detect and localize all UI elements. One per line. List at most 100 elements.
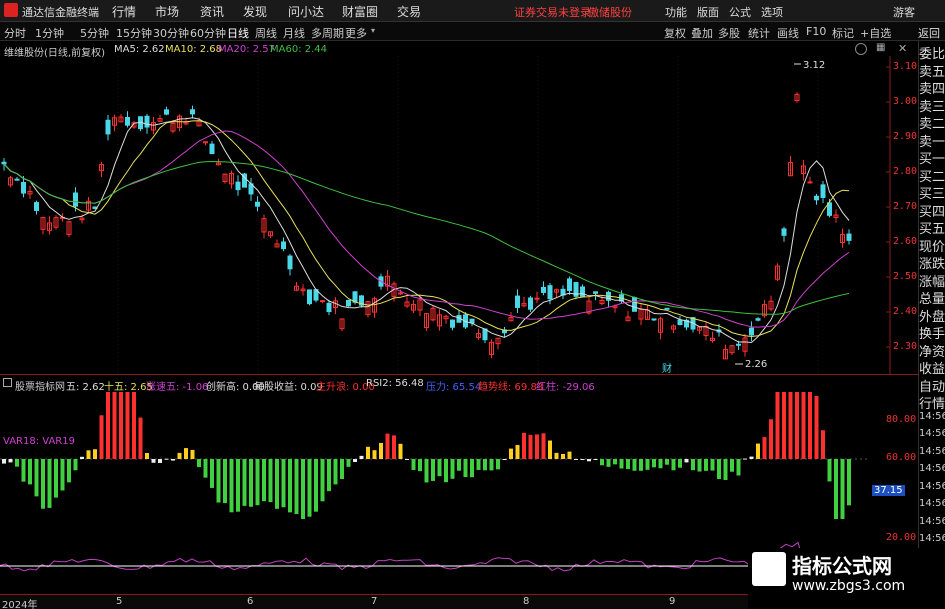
side-panel-label: 净资 xyxy=(919,344,945,360)
side-panel-label[interactable]: 14:56 xyxy=(919,428,945,439)
var-label: VAR18: VAR19 xyxy=(3,436,75,447)
side-panel-label[interactable]: 14:56 xyxy=(919,446,945,457)
indicator-bar xyxy=(834,459,838,519)
menu-quotes[interactable]: 行情 xyxy=(112,3,136,20)
period-60min[interactable]: 60分钟 xyxy=(190,25,226,41)
candle xyxy=(14,178,20,181)
menu-news[interactable]: 资讯 xyxy=(200,3,224,20)
indicator-bar xyxy=(340,459,344,480)
draw-line-button[interactable]: 画线 xyxy=(777,25,799,41)
indicator-bar xyxy=(632,459,637,471)
side-panel-label[interactable]: 14:56 xyxy=(919,463,945,474)
side-panel-label: 涨幅 xyxy=(919,274,945,290)
side-panel-label[interactable]: 14:56 xyxy=(919,411,945,422)
guest-user[interactable]: 游客 xyxy=(893,4,915,20)
login-notice[interactable]: 证券交易未登录 xyxy=(514,4,591,20)
time-label-2024: 2024年 xyxy=(2,600,38,609)
side-panel-label[interactable]: 14:56 xyxy=(919,533,945,544)
side-panel-label[interactable]: 行情 xyxy=(919,393,945,412)
indicator-bar xyxy=(600,459,604,466)
menu-options[interactable]: 选项 xyxy=(761,4,783,20)
menu-trade[interactable]: 交易 xyxy=(397,3,421,20)
price-tick-label: 2.50 xyxy=(893,271,918,282)
watermark-title: 指标公式网 xyxy=(792,554,892,578)
mark-button[interactable]: 标记 xyxy=(832,25,854,41)
period-monthly[interactable]: 月线 xyxy=(283,25,305,41)
indicator-bar xyxy=(15,459,19,467)
indicator-bar xyxy=(190,449,195,459)
indicator-bar xyxy=(561,453,565,459)
price-chart[interactable]: 3.12 2.26 财 xyxy=(0,56,918,374)
indicator-panel-icon[interactable] xyxy=(3,378,12,387)
app-title: 通达信金融终端 xyxy=(22,6,99,19)
side-panel-label[interactable]: 14:56 xyxy=(919,481,945,492)
indicator-bar xyxy=(138,417,143,459)
indicator-bar xyxy=(418,459,422,472)
menu-discover[interactable]: 发现 xyxy=(243,3,267,20)
period-5min[interactable]: 5分钟 xyxy=(80,25,109,41)
indicator-bar xyxy=(2,459,6,464)
f10-button[interactable]: F10 xyxy=(806,25,826,38)
side-panel-label[interactable]: 14:56 xyxy=(919,516,945,527)
menu-wealth[interactable]: 财富圈 xyxy=(342,3,378,20)
period-multi[interactable]: 多周期 xyxy=(311,25,344,41)
menu-ask[interactable]: 问小达 xyxy=(288,3,324,20)
candle xyxy=(190,109,195,115)
menu-formula[interactable]: 公式 xyxy=(729,4,751,20)
candle xyxy=(749,327,754,336)
app-logo-icon xyxy=(4,3,18,17)
indicator-bar xyxy=(847,459,851,506)
indicator-bar xyxy=(106,392,110,459)
indicator-bar xyxy=(281,459,286,508)
menu-function[interactable]: 功能 xyxy=(665,4,687,20)
statistics-button[interactable]: 统计 xyxy=(748,25,770,41)
side-panel-label: 换手 xyxy=(919,327,945,342)
add-watchlist-button[interactable]: +自选 xyxy=(860,25,891,41)
candle xyxy=(203,141,208,144)
zoom-out-icon[interactable] xyxy=(855,43,867,55)
period-daily[interactable]: 日线 xyxy=(227,25,249,41)
indicator-bar xyxy=(255,459,260,506)
indicator-value: 五: 2.62 xyxy=(66,382,105,393)
period-30min[interactable]: 30分钟 xyxy=(153,25,189,41)
period-more[interactable]: 更多 xyxy=(345,25,367,41)
side-panel-label: 委比 xyxy=(919,47,945,62)
period-15min[interactable]: 15分钟 xyxy=(116,25,152,41)
close-panel-icon[interactable]: ▦ xyxy=(876,42,885,53)
candle xyxy=(567,278,572,292)
side-panel-label[interactable]: 14:56 xyxy=(919,498,945,509)
chevron-down-icon[interactable]: ▾ xyxy=(371,26,375,35)
indicator-bar xyxy=(522,432,526,459)
period-timeshare[interactable]: 分时 xyxy=(4,25,26,41)
multi-stock-button[interactable]: 多股 xyxy=(718,25,740,41)
indicator-bar xyxy=(652,459,656,468)
indicator-bar xyxy=(587,459,591,462)
indicator-bar xyxy=(678,459,682,468)
ma10-label: MA10: 2.68 xyxy=(165,44,223,55)
overlay-button[interactable]: 叠加 xyxy=(691,25,713,41)
finance-marker[interactable]: 财 xyxy=(662,362,672,374)
period-1min[interactable]: 1分钟 xyxy=(35,25,64,41)
watermark-url: www.zbgs3.com xyxy=(792,578,906,594)
return-tab[interactable]: 返回 xyxy=(918,25,940,41)
candle xyxy=(320,300,325,303)
indicator-bar xyxy=(697,459,702,472)
menu-market[interactable]: 市场 xyxy=(155,3,179,20)
candle xyxy=(73,192,78,207)
settings-icon[interactable]: ✕ xyxy=(898,42,907,55)
indicator-bar xyxy=(223,459,227,504)
side-panel-label[interactable]: 自动 xyxy=(919,376,945,395)
indicator-bar xyxy=(606,459,611,467)
candle xyxy=(755,318,761,321)
indicator-bar xyxy=(372,450,377,459)
indicator-bar xyxy=(411,459,416,470)
indicator-bar xyxy=(262,459,266,502)
indicator-bar xyxy=(145,453,149,459)
indicator-tick-label: 20.00 xyxy=(886,532,917,543)
period-weekly[interactable]: 周线 xyxy=(255,25,277,41)
adjust-button[interactable]: 复权 xyxy=(664,25,686,41)
indicator-bar xyxy=(795,392,799,459)
ma60-label: MA60: 2.44 xyxy=(270,44,328,55)
menu-layout[interactable]: 版面 xyxy=(697,4,719,20)
side-panel-label: 买五 xyxy=(919,222,945,237)
